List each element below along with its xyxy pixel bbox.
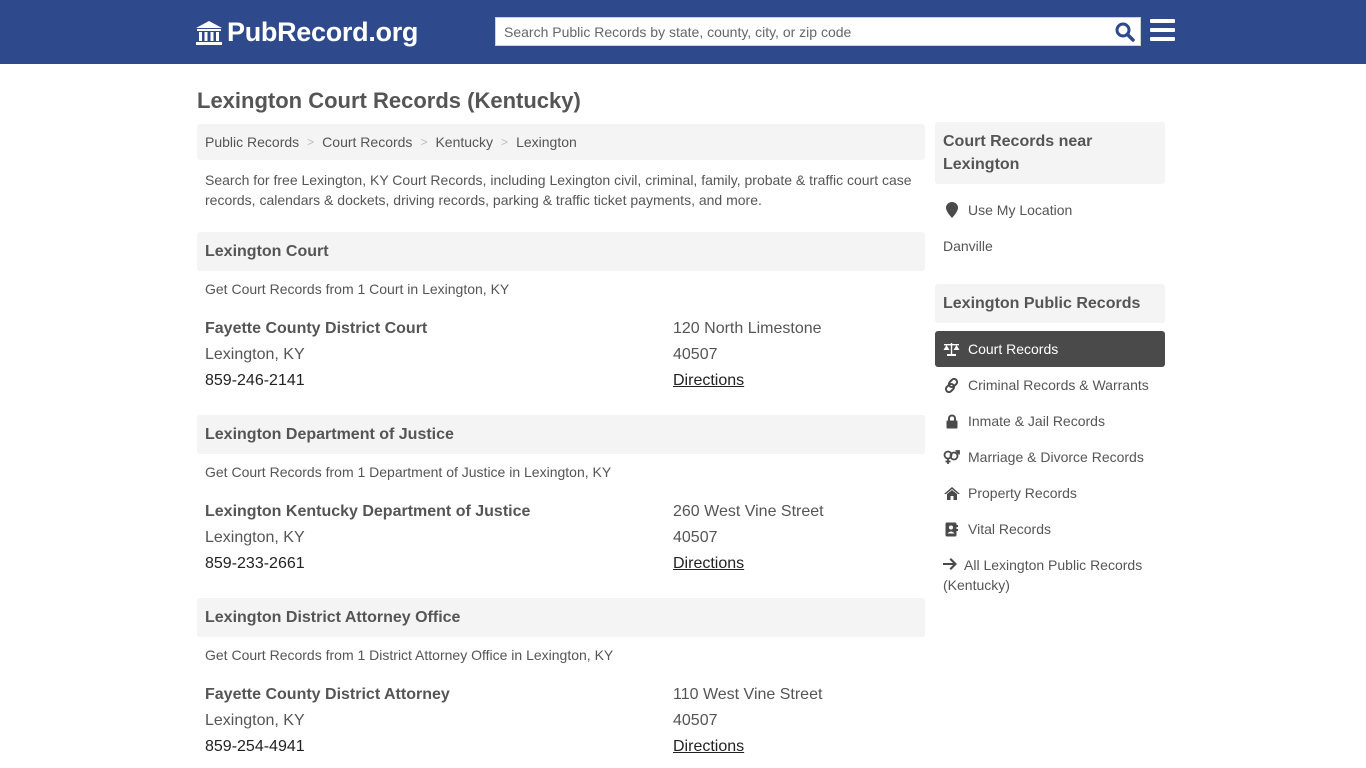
- section-heading-department-of-justice: Lexington Department of Justice: [197, 415, 925, 454]
- section-subtitle: Get Court Records from 1 District Attorn…: [205, 647, 614, 663]
- breadcrumb-public-records[interactable]: Public Records: [205, 134, 299, 150]
- listing-phone[interactable]: 859-254-4941: [205, 737, 450, 763]
- page-title: Lexington Court Records (Kentucky): [197, 88, 581, 113]
- sidebar-item-vital-records[interactable]: Vital Records: [935, 511, 1165, 547]
- listing-phone[interactable]: 859-246-2141: [205, 371, 427, 397]
- search-icon: [1115, 22, 1135, 42]
- search-button[interactable]: [1114, 21, 1136, 43]
- sidebar-item-marriage-records[interactable]: Marriage & Divorce Records: [935, 439, 1165, 475]
- hamburger-icon-bar: [1150, 19, 1175, 23]
- home-icon: [943, 485, 960, 501]
- listing-zip: 40507: [673, 712, 718, 729]
- listing-city: Lexington, KY: [205, 529, 305, 546]
- listing-zip: 40507: [673, 529, 718, 546]
- listing-name: Fayette County District Attorney: [205, 686, 450, 703]
- listing-name: Lexington Kentucky Department of Justice: [205, 503, 531, 520]
- sidebar-item-criminal-records[interactable]: Criminal Records & Warrants: [935, 367, 1165, 403]
- directions-link[interactable]: Directions: [673, 371, 822, 397]
- sidebar-item-court-records[interactable]: Court Records: [935, 331, 1165, 367]
- section-subtitle: Get Court Records from 1 Department of J…: [205, 464, 612, 480]
- section-subtitle: Get Court Records from 1 Court in Lexing…: [205, 281, 510, 297]
- sidebar-item-inmate-records[interactable]: Inmate & Jail Records: [935, 403, 1165, 439]
- sidebar-item-label: Criminal Records & Warrants: [968, 377, 1149, 393]
- search-input[interactable]: [496, 18, 1096, 45]
- breadcrumb: Public Records > Court Records > Kentuck…: [197, 124, 925, 160]
- breadcrumb-kentucky[interactable]: Kentucky: [435, 134, 493, 150]
- use-my-location-label: Use My Location: [968, 202, 1073, 218]
- courthouse-icon: [196, 20, 222, 45]
- venus-mars-icon: [943, 449, 960, 465]
- listing-entry: Fayette County District Attorney Lexingt…: [205, 685, 920, 763]
- use-my-location-button[interactable]: Use My Location: [935, 192, 1165, 228]
- site-logo[interactable]: PubRecord.org: [195, 17, 418, 48]
- arrow-right-icon: [943, 555, 960, 575]
- directions-link[interactable]: Directions: [673, 737, 822, 763]
- listing-address: 110 West Vine Street: [673, 686, 823, 703]
- listing-zip: 40507: [673, 346, 718, 363]
- sidebar-item-label: Vital Records: [968, 521, 1052, 537]
- sidebar-item-label: Court Records: [968, 341, 1059, 357]
- sidebar-item-label: Marriage & Divorce Records: [968, 449, 1144, 465]
- all-public-records-link[interactable]: All Lexington Public Records (Kentucky): [943, 555, 1163, 595]
- address-book-icon: [943, 521, 960, 537]
- hamburger-icon-bar: [1150, 28, 1175, 32]
- breadcrumb-separator: >: [501, 135, 509, 149]
- listing-city: Lexington, KY: [205, 346, 305, 363]
- search-box: [495, 17, 1141, 46]
- listing-city: Lexington, KY: [205, 712, 305, 729]
- sidebar-item-label: Inmate & Jail Records: [968, 413, 1105, 429]
- map-marker-icon: [943, 202, 960, 218]
- link-icon: [943, 377, 960, 393]
- logo-text: PubRecord.org: [227, 17, 419, 47]
- listing-address: 120 North Limestone: [673, 320, 822, 337]
- sidebar-item-property-records[interactable]: Property Records: [935, 475, 1165, 511]
- sidebar-heading-public-records: Lexington Public Records: [935, 284, 1165, 323]
- sidebar-item-label: Property Records: [968, 485, 1077, 501]
- breadcrumb-separator: >: [307, 135, 315, 149]
- intro-text: Search for free Lexington, KY Court Reco…: [205, 172, 912, 208]
- nearby-link-danville[interactable]: Danville: [943, 236, 993, 256]
- listing-name: Fayette County District Court: [205, 320, 428, 337]
- breadcrumb-court-records[interactable]: Court Records: [322, 134, 412, 150]
- all-public-records-label: All Lexington Public Records (Kentucky): [943, 557, 1143, 593]
- breadcrumb-lexington[interactable]: Lexington: [516, 134, 577, 150]
- top-navbar: PubRecord.org: [0, 0, 1366, 64]
- balance-scale-icon: [943, 341, 960, 357]
- section-heading-court: Lexington Court: [197, 232, 925, 271]
- directions-link[interactable]: Directions: [673, 554, 824, 580]
- sidebar-heading-nearby: Court Records near Lexington: [935, 122, 1165, 184]
- listing-entry: Lexington Kentucky Department of Justice…: [205, 502, 920, 580]
- section-heading-district-attorney: Lexington District Attorney Office: [197, 598, 925, 637]
- hamburger-menu-button[interactable]: [1150, 19, 1175, 43]
- lock-icon: [943, 413, 960, 429]
- listing-phone[interactable]: 859-233-2661: [205, 554, 530, 580]
- listing-entry: Fayette County District Court Lexington,…: [205, 319, 920, 397]
- listing-address: 260 West Vine Street: [673, 503, 824, 520]
- breadcrumb-separator: >: [420, 135, 428, 149]
- hamburger-icon-bar: [1150, 37, 1175, 41]
